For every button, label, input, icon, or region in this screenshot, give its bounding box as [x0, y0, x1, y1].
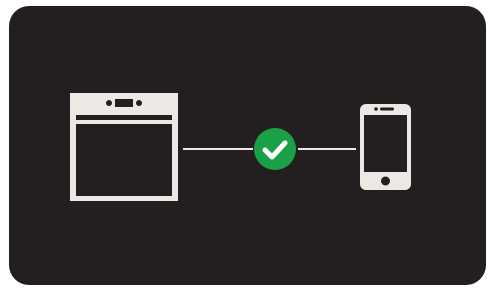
- smartphone-icon: [360, 104, 411, 190]
- check-circle-icon: [254, 128, 296, 170]
- oven-icon: [70, 93, 178, 201]
- connection-line-left: [183, 148, 253, 150]
- connection-line-right: [298, 148, 356, 150]
